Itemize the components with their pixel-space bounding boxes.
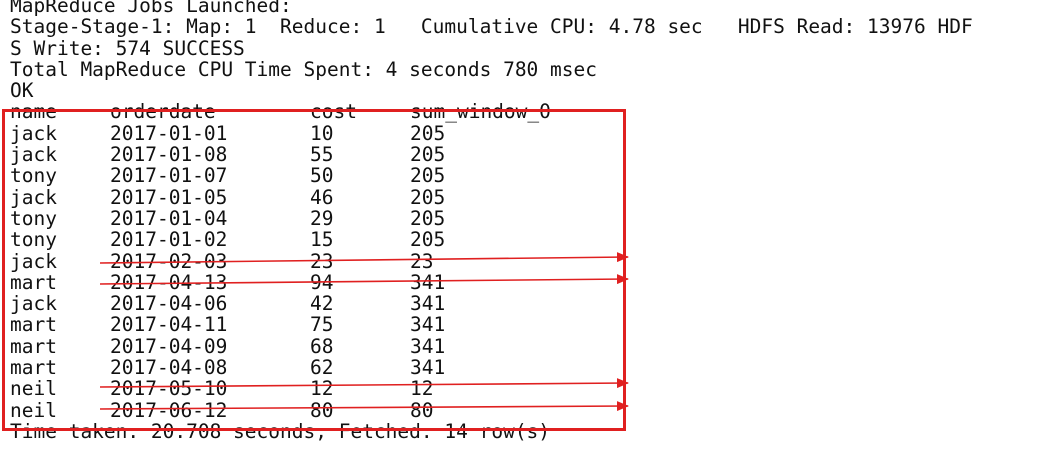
cell-name: jack bbox=[10, 249, 57, 273]
table-row: mart 2017-04-09 68 341 bbox=[10, 334, 1040, 358]
cell-orderdate: 2017-04-06 bbox=[110, 292, 228, 316]
cell-orderdate: 2017-01-04 bbox=[110, 206, 228, 230]
cell-orderdate: 2017-05-10 bbox=[110, 377, 228, 401]
cell-orderdate: 2017-04-08 bbox=[110, 356, 228, 380]
table-row: jack 2017-02-03 23 23 bbox=[10, 249, 1040, 273]
cell-sum-window: 80 bbox=[410, 398, 434, 422]
cell-sum-window: 12 bbox=[410, 377, 434, 401]
column-header-name: name bbox=[10, 100, 57, 124]
cell-sum-window: 205 bbox=[410, 164, 446, 188]
cell-sum-window: 23 bbox=[410, 249, 434, 273]
cell-name: jack bbox=[10, 185, 57, 209]
table-row: tony 2017-01-07 50 205 bbox=[10, 164, 1040, 188]
header-line-jobs: MapReduce Jobs Launched: bbox=[10, 0, 292, 17]
table-row: mart 2017-04-11 75 341 bbox=[10, 313, 1040, 337]
table-header-row: name orderdate cost sum_window_0 bbox=[10, 100, 1040, 124]
cell-name: jack bbox=[10, 292, 57, 316]
cell-orderdate: 2017-02-03 bbox=[110, 249, 228, 273]
cell-orderdate: 2017-04-11 bbox=[110, 313, 228, 337]
cell-cost: 10 bbox=[310, 121, 334, 145]
header-line-cpu-time: Total MapReduce CPU Time Spent: 4 second… bbox=[10, 57, 597, 81]
cell-name: neil bbox=[10, 377, 57, 401]
cell-sum-window: 205 bbox=[410, 228, 446, 252]
cell-name: mart bbox=[10, 313, 57, 337]
cell-name: mart bbox=[10, 334, 57, 358]
cell-orderdate: 2017-04-13 bbox=[110, 270, 228, 294]
cell-name: neil bbox=[10, 398, 57, 422]
cell-cost: 80 bbox=[310, 398, 334, 422]
cell-cost: 15 bbox=[310, 228, 334, 252]
cell-cost: 42 bbox=[310, 292, 334, 316]
table-row: mart 2017-04-13 94 341 bbox=[10, 270, 1040, 294]
cell-name: tony bbox=[10, 164, 57, 188]
footer-line-time-taken: Time taken: 20.708 seconds, Fetched: 14 … bbox=[10, 419, 551, 443]
cell-name: tony bbox=[10, 228, 57, 252]
cell-sum-window: 341 bbox=[410, 292, 446, 316]
cell-cost: 55 bbox=[310, 143, 334, 167]
column-header-sum-window: sum_window_0 bbox=[410, 100, 551, 124]
table-row: tony 2017-01-02 15 205 bbox=[10, 228, 1040, 252]
cell-sum-window: 205 bbox=[410, 206, 446, 230]
cell-cost: 75 bbox=[310, 313, 334, 337]
cell-cost: 23 bbox=[310, 249, 334, 273]
cell-name: jack bbox=[10, 143, 57, 167]
table-row: jack 2017-01-08 55 205 bbox=[10, 143, 1040, 167]
cell-sum-window: 341 bbox=[410, 334, 446, 358]
header-line-stage: Stage-Stage-1: Map: 1 Reduce: 1 Cumulati… bbox=[10, 15, 973, 39]
cell-name: jack bbox=[10, 121, 57, 145]
cell-cost: 94 bbox=[310, 270, 334, 294]
cell-cost: 50 bbox=[310, 164, 334, 188]
cell-sum-window: 205 bbox=[410, 143, 446, 167]
cell-sum-window: 341 bbox=[410, 270, 446, 294]
cell-cost: 29 bbox=[310, 206, 334, 230]
cell-sum-window: 341 bbox=[410, 313, 446, 337]
column-header-orderdate: orderdate bbox=[110, 100, 216, 124]
table-row: tony 2017-01-04 29 205 bbox=[10, 206, 1040, 230]
cell-orderdate: 2017-01-08 bbox=[110, 143, 228, 167]
cell-cost: 12 bbox=[310, 377, 334, 401]
cell-sum-window: 341 bbox=[410, 356, 446, 380]
cell-orderdate: 2017-01-05 bbox=[110, 185, 228, 209]
cell-orderdate: 2017-01-07 bbox=[110, 164, 228, 188]
terminal-output: MapReduce Jobs Launched: Stage-Stage-1: … bbox=[10, 0, 1040, 442]
cell-cost: 62 bbox=[310, 356, 334, 380]
cell-orderdate: 2017-06-12 bbox=[110, 398, 228, 422]
cell-orderdate: 2017-04-09 bbox=[110, 334, 228, 358]
cell-orderdate: 2017-01-02 bbox=[110, 228, 228, 252]
cell-name: tony bbox=[10, 206, 57, 230]
column-header-cost: cost bbox=[310, 100, 357, 124]
cell-name: mart bbox=[10, 270, 57, 294]
table-body: jack 2017-01-01 10 205 jack 2017-01-08 55 205 to… bbox=[10, 121, 1040, 422]
cell-sum-window: 205 bbox=[410, 185, 446, 209]
table-row: neil 2017-06-12 80 80 bbox=[10, 398, 1040, 422]
cell-orderdate: 2017-01-01 bbox=[110, 121, 228, 145]
table-row: jack 2017-01-05 46 205 bbox=[10, 185, 1040, 209]
cell-name: mart bbox=[10, 356, 57, 380]
table-row: neil 2017-05-10 12 12 bbox=[10, 377, 1040, 401]
cell-sum-window: 205 bbox=[410, 121, 446, 145]
header-line-write: S Write: 574 SUCCESS bbox=[10, 36, 245, 60]
cell-cost: 46 bbox=[310, 185, 334, 209]
table-row: jack 2017-04-06 42 341 bbox=[10, 292, 1040, 316]
header-line-ok: OK bbox=[10, 79, 34, 103]
table-row: mart 2017-04-08 62 341 bbox=[10, 356, 1040, 380]
cell-cost: 68 bbox=[310, 334, 334, 358]
table-row: jack 2017-01-01 10 205 bbox=[10, 121, 1040, 145]
